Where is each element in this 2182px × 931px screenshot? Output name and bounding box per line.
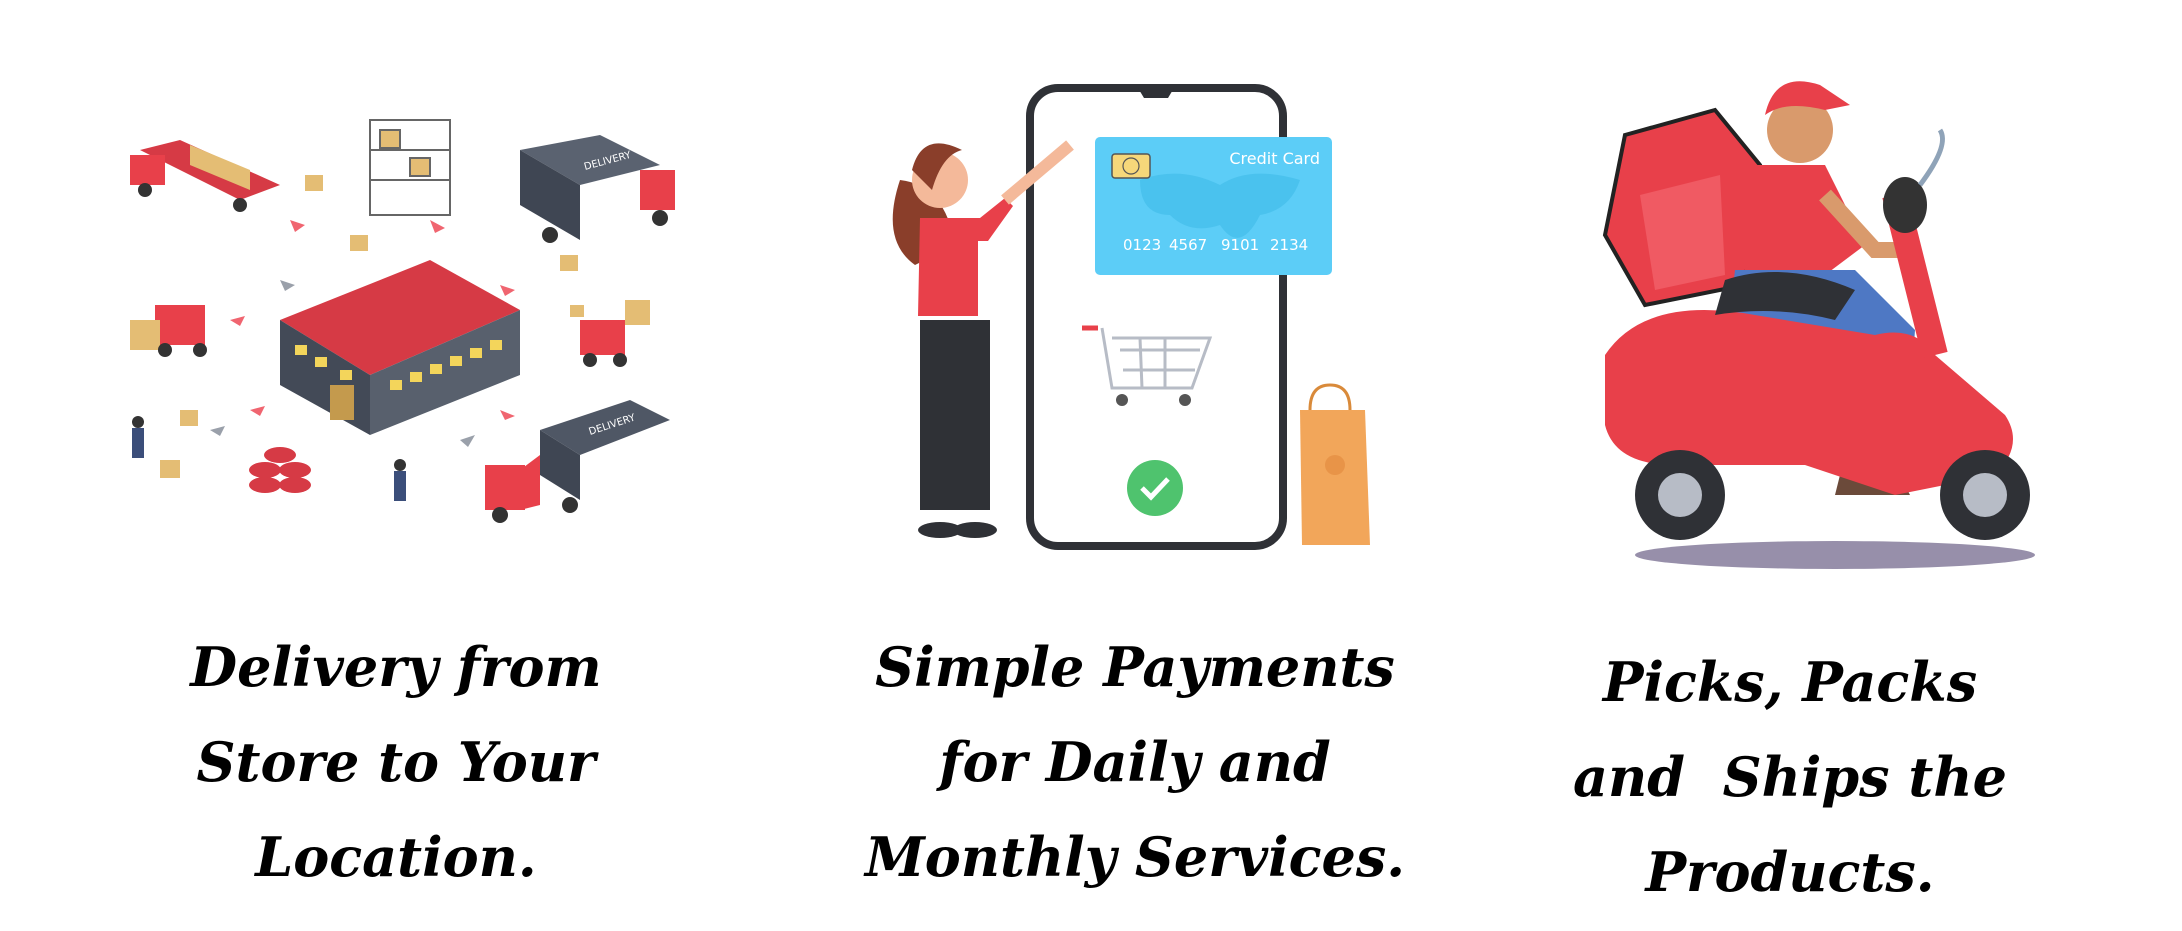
- forklift-icon: [580, 300, 650, 367]
- card-number-group: 0123: [1123, 236, 1161, 254]
- card-number-group: 2134: [1270, 236, 1308, 254]
- feature-caption-delivery: Delivery from Store to Your Location.: [96, 640, 696, 900]
- feature-caption-fulfilment: Picks, Packs and Ships the Products.: [1490, 655, 2090, 915]
- warehouse-icon: [280, 260, 520, 435]
- card-title: Credit Card: [1229, 149, 1320, 168]
- caption-line: Location.: [255, 825, 537, 889]
- caption-line: Products.: [1645, 840, 1935, 904]
- caption-line: Simple Payments: [875, 635, 1395, 699]
- barrels-icon: [249, 447, 311, 493]
- card-number-group: 4567: [1169, 236, 1207, 254]
- caption-line: and Ships the: [1573, 745, 2007, 809]
- caption-line: Picks, Packs: [1602, 650, 1978, 714]
- credit-card: Credit Card 0123 4567 9101 2134: [1095, 137, 1332, 275]
- caption-line: Store to Your: [196, 730, 596, 794]
- card-number-group: 9101: [1221, 236, 1259, 254]
- delivery-truck-icon: DELIVERY: [485, 400, 670, 523]
- delivery-truck-icon: DELIVERY: [520, 135, 675, 243]
- caption-line: for Daily and: [939, 730, 1331, 794]
- shopping-bag-icon: [1300, 383, 1370, 545]
- scooter-courier-illustration: [1585, 55, 2045, 595]
- caption-line: Monthly Services.: [864, 825, 1406, 889]
- feature-caption-payments: Simple Payments for Daily and Monthly Se…: [830, 640, 1440, 900]
- caption-line: Delivery from: [190, 635, 602, 699]
- shelf-icon: [369, 119, 451, 216]
- checkmark-icon: [1127, 460, 1183, 516]
- phone-payment-illustration: Credit Card 0123 4567 9101 2134: [870, 80, 1410, 560]
- truck-icon: [130, 140, 280, 212]
- warehouse-logistics-illustration: DELIVERY DELIVERY: [100, 110, 700, 550]
- forklift-icon: [130, 305, 207, 357]
